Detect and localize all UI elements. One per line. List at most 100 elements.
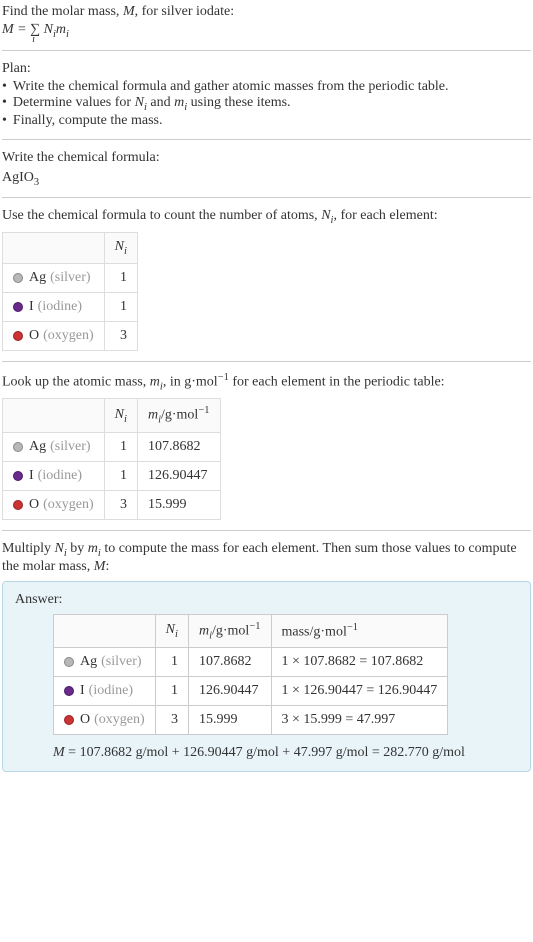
table-row: I(iodine) 1 [3, 292, 138, 321]
var-N: N [55, 541, 64, 556]
table-row: Ag(silver) 1 [3, 263, 138, 292]
table-header-row: Ni [3, 233, 138, 264]
plan-title: Plan: [2, 61, 531, 77]
molar-mass-equation: M = ∑i Nimi [2, 22, 531, 40]
divider [2, 197, 531, 198]
header-N-var: N [115, 239, 124, 254]
header-N-sub: i [124, 246, 127, 257]
count-cell: 1 [104, 432, 137, 461]
var-N: N [135, 95, 144, 110]
table-row: O(oxygen) 3 15.999 [3, 490, 221, 519]
element-name: (silver) [101, 654, 141, 670]
multiply-text-a: Multiply [2, 541, 55, 556]
header-unit: /g·mol [161, 408, 198, 423]
header-Ni: Ni [104, 399, 137, 432]
multiply-section: Multiply Ni by mi to compute the mass fo… [2, 541, 531, 575]
element-cell: Ag(silver) [3, 263, 105, 292]
neg1: −1 [347, 622, 358, 633]
mass-text-c: for each element in the periodic table: [229, 375, 445, 390]
chemical-formula-section: Write the chemical formula: AgIO3 [2, 150, 531, 188]
table-header-row: Ni mi/g·mol−1 mass/g·mol−1 [54, 614, 448, 647]
answer-box: Answer: Ni mi/g·mol−1 mass/g·mol−1 Ag(si… [2, 581, 531, 772]
mass-text-a: Look up the atomic mass, [2, 375, 150, 390]
element-name: (silver) [50, 270, 90, 286]
header-m-var: m [199, 623, 209, 638]
element-dot-icon [13, 302, 23, 312]
plan-item-text: Finally, compute the mass. [13, 113, 163, 129]
var-N: N [321, 208, 330, 223]
header-mi: mi/g·mol−1 [188, 614, 271, 647]
divider [2, 530, 531, 531]
element-symbol: Ag [80, 654, 97, 670]
mass-cell: 15.999 [188, 706, 271, 735]
divider [2, 361, 531, 362]
element-dot-icon [64, 686, 74, 696]
count-cell: 1 [104, 461, 137, 490]
table-row: Ag(silver) 1 107.8682 [3, 432, 221, 461]
element-dot-icon [13, 442, 23, 452]
atomic-mass-section: Look up the atomic mass, mi, in g·mol−1 … [2, 372, 531, 520]
plan-section: Plan: • Write the chemical formula and g… [2, 61, 531, 129]
header-mi: mi/g·mol−1 [137, 399, 220, 432]
plan-list: • Write the chemical formula and gather … [2, 79, 531, 129]
answer-label: Answer: [15, 592, 518, 608]
element-cell: I(iodine) [54, 677, 156, 706]
header-mass-text: mass/g·mol [282, 624, 347, 639]
mass-cell: 107.8682 [188, 648, 271, 677]
element-dot-icon [13, 331, 23, 341]
bullet: • [2, 79, 7, 95]
multiply-text-d: : [105, 559, 109, 574]
atom-count-section: Use the chemical formula to count the nu… [2, 208, 531, 351]
header-empty [54, 614, 156, 647]
element-cell: Ag(silver) [54, 648, 156, 677]
plan-item-text: Determine values for Ni and mi using the… [13, 95, 291, 113]
header-m-var: m [148, 408, 158, 423]
element-cell: O(oxygen) [54, 706, 156, 735]
element-symbol: Ag [29, 439, 46, 455]
count-cell: 1 [104, 292, 137, 321]
element-cell: O(oxygen) [3, 490, 105, 519]
atom-count-table: Ni Ag(silver) 1 I(iodine) 1 O(oxygen) 3 [2, 232, 138, 351]
element-dot-icon [13, 500, 23, 510]
eq-m: m [56, 22, 66, 37]
element-cell: I(iodine) [3, 292, 105, 321]
chemical-formula: AgIO3 [2, 170, 531, 188]
mass-cell: 15.999 [137, 490, 220, 519]
eq-m-sub: i [66, 29, 69, 40]
var-M: M [123, 4, 135, 19]
mass-cell: 107.8682 [137, 432, 220, 461]
mass-cell: 126.90447 [188, 677, 271, 706]
element-symbol: O [29, 328, 39, 344]
table-row: Ag(silver) 1 107.8682 1 × 107.8682 = 107… [54, 648, 448, 677]
count-cell: 1 [155, 677, 188, 706]
calc-cell: 1 × 107.8682 = 107.8682 [271, 648, 448, 677]
count-cell: 3 [104, 490, 137, 519]
element-name: (oxygen) [94, 712, 145, 728]
divider [2, 50, 531, 51]
plan-item: • Determine values for Ni and mi using t… [2, 95, 531, 113]
atomic-mass-table: Ni mi/g·mol−1 Ag(silver) 1 107.8682 I(io… [2, 398, 221, 519]
formula-sub: 3 [34, 176, 39, 187]
var-M: M [53, 745, 65, 760]
count-text-a: Use the chemical formula to count the nu… [2, 208, 321, 223]
table-row: O(oxygen) 3 15.999 3 × 15.999 = 47.997 [54, 706, 448, 735]
mass-cell: 126.90447 [137, 461, 220, 490]
element-name: (oxygen) [43, 497, 94, 513]
calc-cell: 3 × 15.999 = 47.997 [271, 706, 448, 735]
header-mass: mass/g·mol−1 [271, 614, 448, 647]
element-symbol: O [80, 712, 90, 728]
intro-section: Find the molar mass, M, for silver iodat… [2, 4, 531, 40]
header-empty [3, 399, 105, 432]
answer-table: Ni mi/g·mol−1 mass/g·mol−1 Ag(silver) 1 … [53, 614, 448, 735]
element-cell: Ag(silver) [3, 432, 105, 461]
element-symbol: Ag [29, 270, 46, 286]
eq-lhs: M = [2, 22, 30, 37]
calc-cell: 1 × 126.90447 = 126.90447 [271, 677, 448, 706]
intro-text-b: , for silver iodate: [135, 4, 235, 19]
plan-text-mid: and [147, 95, 174, 110]
header-Ni: Ni [104, 233, 137, 264]
var-M: M [94, 559, 106, 574]
element-name: (silver) [50, 439, 90, 455]
final-equation: M = 107.8682 g/mol + 126.90447 g/mol + 4… [53, 745, 518, 761]
var-m: m [174, 95, 184, 110]
